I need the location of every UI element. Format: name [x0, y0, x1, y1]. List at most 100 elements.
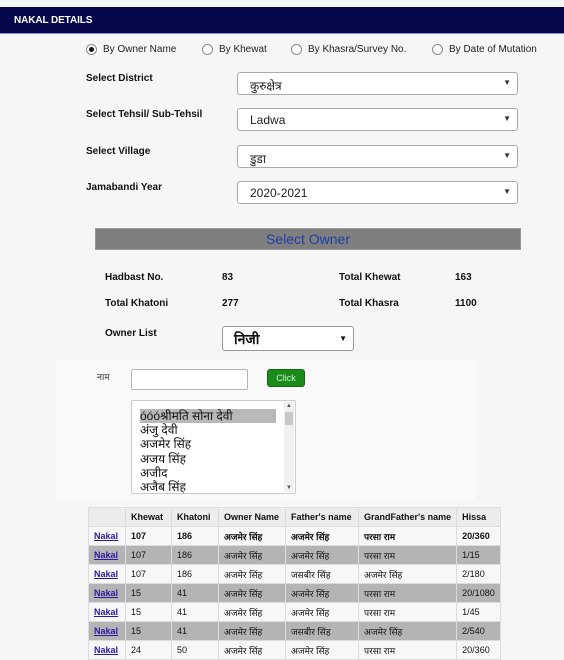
table-row: Nakal 107 186 अजमेर सिंह अजमेर सिंह परसा राम 2…	[88, 526, 501, 546]
col-header-hissa: Hissa	[456, 507, 501, 527]
total-khatoni-value: 277	[222, 298, 239, 309]
village-label: Select Village	[86, 146, 151, 157]
father-name-cell: जसबीर सिंह	[285, 564, 359, 584]
nakal-details-header: NAKAL DETAILS	[0, 7, 564, 34]
owner-option[interactable]: अंजु देवी	[140, 423, 276, 437]
father-name-cell: जसबीर सिंह	[285, 621, 359, 641]
table-row: Nakal 107 186 अजमेर सिंह जसबीर सिंह अजमेर सिं…	[88, 564, 501, 584]
radio-label: By Date of Mutation	[449, 44, 537, 55]
khatoni-cell: 41	[171, 621, 219, 641]
total-khatoni-label: Total Khatoni	[105, 298, 169, 309]
nakal-link[interactable]: Nakal	[94, 531, 118, 541]
grandfather-name-cell: परसा राम	[357, 583, 458, 603]
total-khasra-value: 1100	[455, 298, 477, 309]
col-header-khewat: Khewat	[125, 507, 172, 527]
khatoni-cell: 41	[171, 602, 219, 622]
total-khewat-label: Total Khewat	[339, 272, 401, 283]
father-name-cell: अजमेर सिंह	[285, 526, 359, 546]
owner-option[interactable]: अजमेर सिंह	[140, 437, 276, 451]
owner-name-cell: अजमेर सिंह	[218, 602, 286, 622]
khatoni-cell: 186	[171, 526, 219, 546]
table-header-row: Khewat Khatoni Owner Name Father's name …	[88, 507, 501, 527]
nakal-link[interactable]: Nakal	[94, 645, 118, 655]
owner-name-cell: अजमेर सिंह	[218, 545, 286, 565]
khewat-cell: 15	[125, 621, 172, 641]
nakal-link[interactable]: Nakal	[94, 626, 118, 636]
grandfather-name-cell: अजमेर सिंह	[357, 564, 458, 584]
nakal-link-cell: Nakal	[88, 621, 126, 641]
radio-by-khewat[interactable]: By Khewat	[202, 44, 267, 55]
year-value: 2020-2021	[250, 186, 308, 200]
radio-selected-icon[interactable]	[86, 44, 97, 55]
district-label: Select District	[86, 73, 153, 84]
owner-listbox[interactable]: óóóश्रीमति सोना देवी अंजु देवी अजमेर सिं…	[131, 400, 296, 494]
grandfather-name-cell: परसा राम	[357, 602, 458, 622]
listbox-scrollbar[interactable]: ▲ ▼	[284, 402, 294, 492]
radio-label: By Owner Name	[103, 44, 177, 55]
total-khasra-label: Total Khasra	[339, 298, 399, 309]
dropdown-arrow-icon: ▼	[503, 151, 511, 160]
father-name-cell: अजमेर सिंह	[285, 583, 359, 603]
total-khewat-value: 163	[455, 272, 472, 283]
khewat-cell: 107	[125, 564, 172, 584]
select-owner-bar: Select Owner	[95, 228, 521, 250]
name-label: नाम	[97, 372, 110, 382]
radio-by-owner-name[interactable]: By Owner Name	[86, 44, 176, 55]
dropdown-arrow-icon: ▼	[503, 78, 511, 87]
radio-by-date-of-mutation[interactable]: By Date of Mutation	[432, 44, 537, 55]
name-search-input[interactable]	[131, 369, 248, 390]
scroll-up-icon[interactable]: ▲	[286, 403, 292, 409]
district-select[interactable]: कुरुक्षेत्र ▼	[237, 72, 518, 95]
radio-unselected-icon[interactable]	[291, 44, 302, 55]
khatoni-cell: 186	[171, 545, 219, 565]
header-title: NAKAL DETAILS	[14, 15, 93, 26]
table-row: Nakal 107 186 अजमेर सिंह अजमेर सिंह परसा राम 1…	[88, 545, 501, 565]
radio-unselected-icon[interactable]	[202, 44, 213, 55]
radio-by-khasra[interactable]: By Khasra/Survey No.	[291, 44, 406, 55]
col-header-father-name: Father's name	[285, 507, 359, 527]
khatoni-cell: 50	[171, 640, 219, 660]
owner-option[interactable]: óóóश्रीमति सोना देवी	[140, 409, 276, 423]
nakal-link[interactable]: Nakal	[94, 607, 118, 617]
village-select[interactable]: डुडा ▼	[237, 145, 518, 168]
nakal-link-cell: Nakal	[88, 564, 126, 584]
owner-option[interactable]: अजीद	[140, 466, 276, 480]
owner-option[interactable]: अजैब सिंह	[140, 480, 276, 493]
scroll-down-icon[interactable]: ▼	[286, 485, 292, 491]
tehsil-select[interactable]: Ladwa ▼	[237, 108, 518, 131]
khatoni-cell: 186	[171, 564, 219, 584]
hissa-cell: 2/540	[456, 621, 501, 641]
father-name-cell: अजमेर सिंह	[285, 545, 359, 565]
nakal-link[interactable]: Nakal	[94, 569, 118, 579]
col-header-grandfather-name: GrandFather's name	[357, 507, 458, 527]
radio-label: By Khasra/Survey No.	[308, 44, 407, 55]
village-value: डुडा	[250, 152, 266, 166]
click-button[interactable]: Click	[267, 369, 305, 387]
nakal-link[interactable]: Nakal	[94, 550, 118, 560]
hissa-cell: 20/360	[456, 640, 501, 660]
owner-option[interactable]: अजय सिंह	[140, 452, 276, 466]
hissa-cell: 2/180	[456, 564, 501, 584]
owner-list-select[interactable]: निजी ▼	[222, 326, 354, 351]
owner-name-cell: अजमेर सिंह	[218, 526, 286, 546]
nakal-link-cell: Nakal	[88, 602, 126, 622]
father-name-cell: अजमेर सिंह	[285, 602, 359, 622]
hissa-cell: 20/1080	[456, 583, 501, 603]
khewat-cell: 24	[125, 640, 172, 660]
owner-name-cell: अजमेर सिंह	[218, 621, 286, 641]
col-header-owner-name: Owner Name	[218, 507, 286, 527]
khewat-cell: 107	[125, 545, 172, 565]
hadbast-label: Hadbast No.	[105, 272, 164, 283]
nakal-link[interactable]: Nakal	[94, 588, 118, 598]
scroll-thumb[interactable]	[285, 412, 293, 425]
khewat-cell: 15	[125, 602, 172, 622]
owner-name-cell: अजमेर सिंह	[218, 564, 286, 584]
grandfather-name-cell: परसा राम	[357, 526, 458, 546]
table-row: Nakal 15 41 अजमेर सिंह जसबीर सिंह अजमेर सिंह 2…	[88, 621, 501, 641]
grandfather-name-cell: परसा राम	[357, 545, 458, 565]
nakal-link-cell: Nakal	[88, 545, 126, 565]
hissa-cell: 1/15	[456, 545, 501, 565]
col-header-link	[88, 507, 126, 527]
jamabandi-year-select[interactable]: 2020-2021 ▼	[237, 181, 518, 204]
radio-unselected-icon[interactable]	[432, 44, 443, 55]
